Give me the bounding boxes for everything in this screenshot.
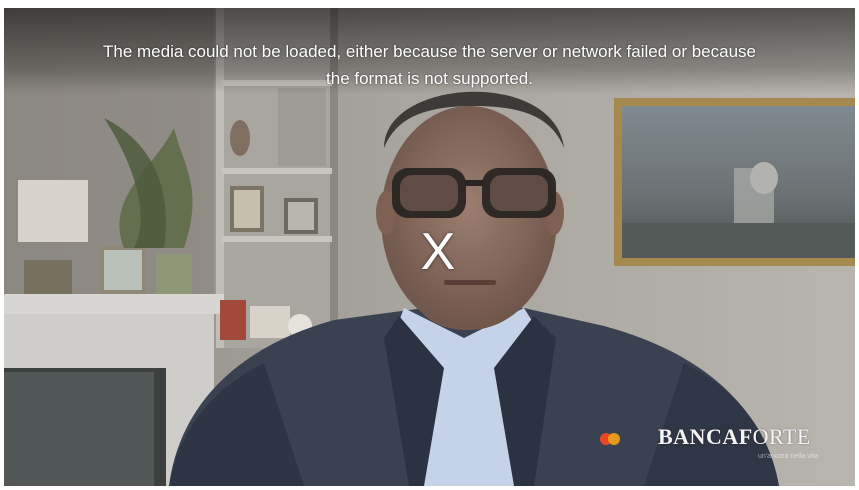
brand-name: BANCAFORTE [658,424,811,450]
brand-name-light: ORTE [752,424,811,449]
brand-name-bold: BANCAF [658,424,753,449]
mastercard-circles-icon [600,433,620,445]
error-line-2: the format is not supported. [326,69,533,88]
brand-watermark: BANCAFORTE un'ancora nella vita [598,420,848,460]
error-line-1: The media could not be loaded, either be… [102,42,756,61]
video-player[interactable]: The media could not be loaded, either be… [4,8,855,486]
media-error-message: The media could not be loaded, either be… [4,38,855,92]
brand-tagline: un'ancora nella vita [758,453,819,460]
close-icon[interactable]: X [413,224,463,280]
error-overlay: The media could not be loaded, either be… [4,8,855,94]
